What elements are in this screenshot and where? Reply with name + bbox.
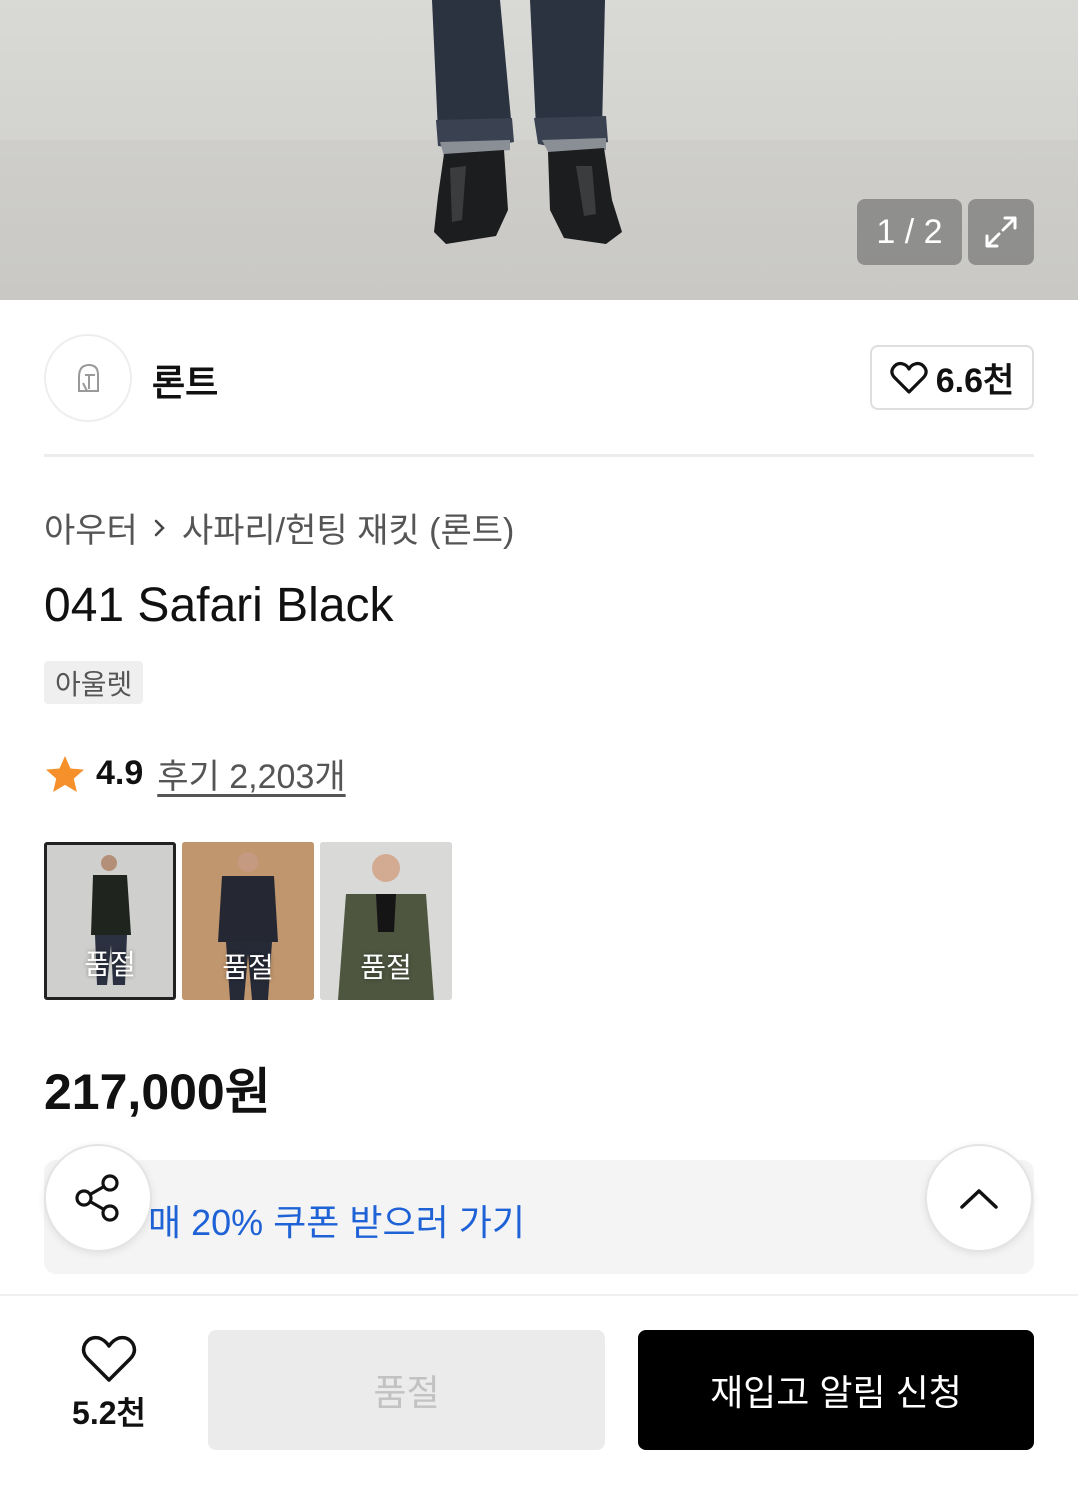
- variant-soldout-label: 품절: [84, 949, 136, 980]
- wishlist-button[interactable]: 5.2천: [44, 1334, 174, 1444]
- star-icon: [46, 755, 84, 792]
- coupon-banner[interactable]: 매 20% 쿠폰 받으러 가기: [44, 1160, 1034, 1274]
- scroll-top-button[interactable]: [925, 1144, 1033, 1252]
- heart-icon: [890, 361, 928, 394]
- product-title: 041 Safari Black: [44, 579, 394, 632]
- helmet-icon: [78, 363, 99, 392]
- product-hero-image[interactable]: 1 / 2: [0, 0, 1078, 300]
- rating-row: 4.9 후기 2,203개: [44, 749, 346, 798]
- coupon-banner-text: 매 20% 쿠폰 받으러 가기: [148, 1202, 526, 1243]
- chevron-up-icon: [960, 1189, 998, 1209]
- outlet-tag: 아울렛: [44, 661, 144, 704]
- rating-score: 4.9: [96, 754, 144, 792]
- section-divider: [44, 454, 1034, 457]
- variant-thumb[interactable]: 품절: [320, 842, 452, 1000]
- heart-icon: [81, 1335, 137, 1382]
- brand-like-count: 6.6천: [935, 362, 1015, 400]
- brand-name[interactable]: 론트: [152, 354, 218, 406]
- variant-soldout-label: 품절: [360, 952, 412, 983]
- variant-thumbnails: 품절 품절 품절: [44, 842, 452, 1000]
- breadcrumb-category[interactable]: 아우터: [44, 503, 138, 552]
- expand-icon: [985, 216, 1017, 248]
- breadcrumb: 아우터 사파리/헌팅 재킷 (론트): [44, 503, 514, 552]
- brand-like-button[interactable]: 6.6천: [870, 345, 1034, 410]
- breadcrumb-subcategory[interactable]: 사파리/헌팅 재킷 (론트): [182, 503, 515, 552]
- restock-alert-button[interactable]: 재입고 알림 신청: [638, 1330, 1034, 1450]
- chevron-right-icon: [154, 519, 165, 536]
- variant-soldout-label: 품절: [222, 952, 274, 983]
- image-counter: 1 / 2: [857, 199, 962, 265]
- variant-thumb[interactable]: 품절: [182, 842, 314, 1000]
- share-icon: [75, 1174, 119, 1222]
- wishlist-count: 5.2천: [72, 1395, 146, 1431]
- variant-thumb[interactable]: 품절: [44, 842, 176, 1000]
- model-legs-image: [432, 0, 622, 244]
- brand-logo[interactable]: [44, 334, 132, 422]
- soldout-button: 품절: [208, 1330, 605, 1450]
- brand-row: 론트 6.6천: [44, 334, 1034, 422]
- product-price: 217,000원: [44, 1064, 271, 1120]
- expand-button[interactable]: [968, 199, 1034, 265]
- review-count-link[interactable]: 후기 2,203개: [157, 749, 345, 798]
- share-button[interactable]: [44, 1144, 152, 1252]
